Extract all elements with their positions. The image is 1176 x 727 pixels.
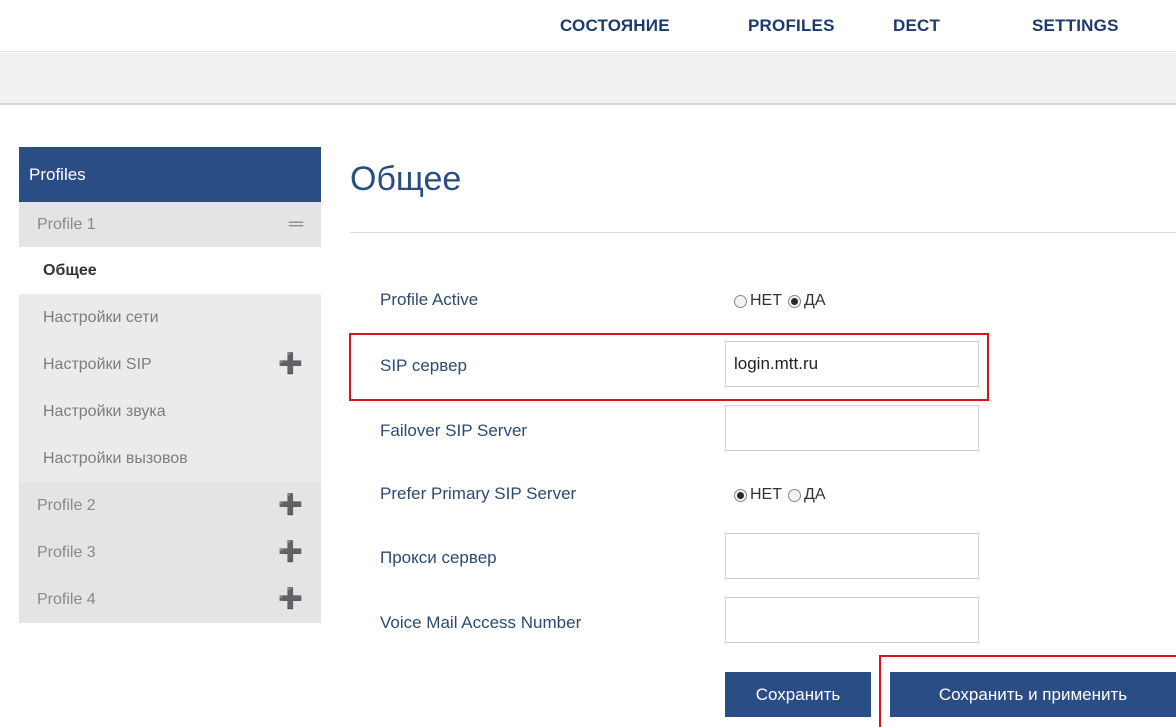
sidebar-item-call-settings[interactable]: Настройки вызовов: [19, 435, 321, 482]
prefer-primary-radio-group: НЕТ ДА: [734, 486, 832, 504]
sidebar-item-profile-2[interactable]: Profile 2 ➕: [19, 482, 321, 529]
plus-icon[interactable]: ➕: [278, 341, 303, 388]
save-apply-button[interactable]: Сохранить и применить: [890, 672, 1176, 717]
sidebar-item-profile-4[interactable]: Profile 4 ➕: [19, 576, 321, 623]
nav-dect[interactable]: DECT: [893, 16, 940, 36]
nav-status[interactable]: СОСТОЯНИЕ: [560, 16, 670, 36]
sip-server-label: SIP сервер: [380, 356, 467, 375]
profile-active-radio-group: НЕТ ДА: [734, 292, 832, 310]
sidebar-item-network-settings[interactable]: Настройки сети: [19, 294, 321, 341]
nav-profiles[interactable]: PROFILES: [748, 16, 835, 36]
voicemail-field[interactable]: [725, 597, 979, 643]
sidebar-item-audio-settings[interactable]: Настройки звука: [19, 388, 321, 435]
failover-sip-field[interactable]: [725, 405, 979, 451]
sub-navigation-bar: [0, 53, 1176, 105]
sidebar-item-label: Общее: [43, 262, 97, 279]
sip-server-field[interactable]: login.mtt.ru: [725, 341, 979, 387]
minus-icon[interactable]: ═: [289, 202, 303, 247]
sidebar-item-label: Настройки звука: [43, 403, 166, 420]
sidebar-item-label: Настройки SIP: [43, 356, 152, 373]
sidebar-item-label: Profile 3: [37, 544, 96, 561]
sidebar: Profiles Profile 1 ═ Общее Настройки сет…: [19, 147, 321, 623]
profile-active-yes-radio[interactable]: [788, 294, 801, 308]
radio-label: ДА: [804, 292, 826, 309]
prefer-primary-no-radio[interactable]: [734, 488, 747, 502]
radio-label: ДА: [804, 486, 826, 503]
voicemail-label: Voice Mail Access Number: [380, 613, 582, 632]
proxy-server-label: Прокси сервер: [380, 548, 497, 567]
sidebar-header: Profiles: [19, 147, 321, 202]
sidebar-item-sip-settings[interactable]: Настройки SIP ➕: [19, 341, 321, 388]
sidebar-item-profile-1[interactable]: Profile 1 ═: [19, 202, 321, 247]
profile-active-label: Profile Active: [380, 290, 479, 309]
top-navigation: СОСТОЯНИЕ PROFILES DECT SETTINGS: [0, 0, 1176, 52]
prefer-primary-yes-radio[interactable]: [788, 488, 801, 502]
radio-label: НЕТ: [750, 292, 782, 309]
plus-icon[interactable]: ➕: [278, 529, 303, 576]
sidebar-item-label: Profile 2: [37, 497, 96, 514]
save-button[interactable]: Сохранить: [725, 672, 871, 717]
page-title: Общее: [350, 160, 462, 198]
plus-icon[interactable]: ➕: [278, 576, 303, 623]
sidebar-item-general[interactable]: Общее: [19, 247, 321, 294]
sidebar-item-label: Profile 1: [37, 216, 96, 233]
sidebar-item-profile-3[interactable]: Profile 3 ➕: [19, 529, 321, 576]
nav-settings[interactable]: SETTINGS: [1032, 16, 1119, 36]
title-divider: [350, 232, 1176, 233]
prefer-primary-label: Prefer Primary SIP Server: [380, 484, 577, 503]
sidebar-item-label: Настройки вызовов: [43, 450, 188, 467]
sidebar-item-label: Profile 4: [37, 591, 96, 608]
failover-sip-label: Failover SIP Server: [380, 421, 528, 440]
radio-label: НЕТ: [750, 486, 782, 503]
plus-icon[interactable]: ➕: [278, 482, 303, 529]
profile-active-no-radio[interactable]: [734, 294, 747, 308]
proxy-server-field[interactable]: [725, 533, 979, 579]
sidebar-item-label: Настройки сети: [43, 309, 159, 326]
